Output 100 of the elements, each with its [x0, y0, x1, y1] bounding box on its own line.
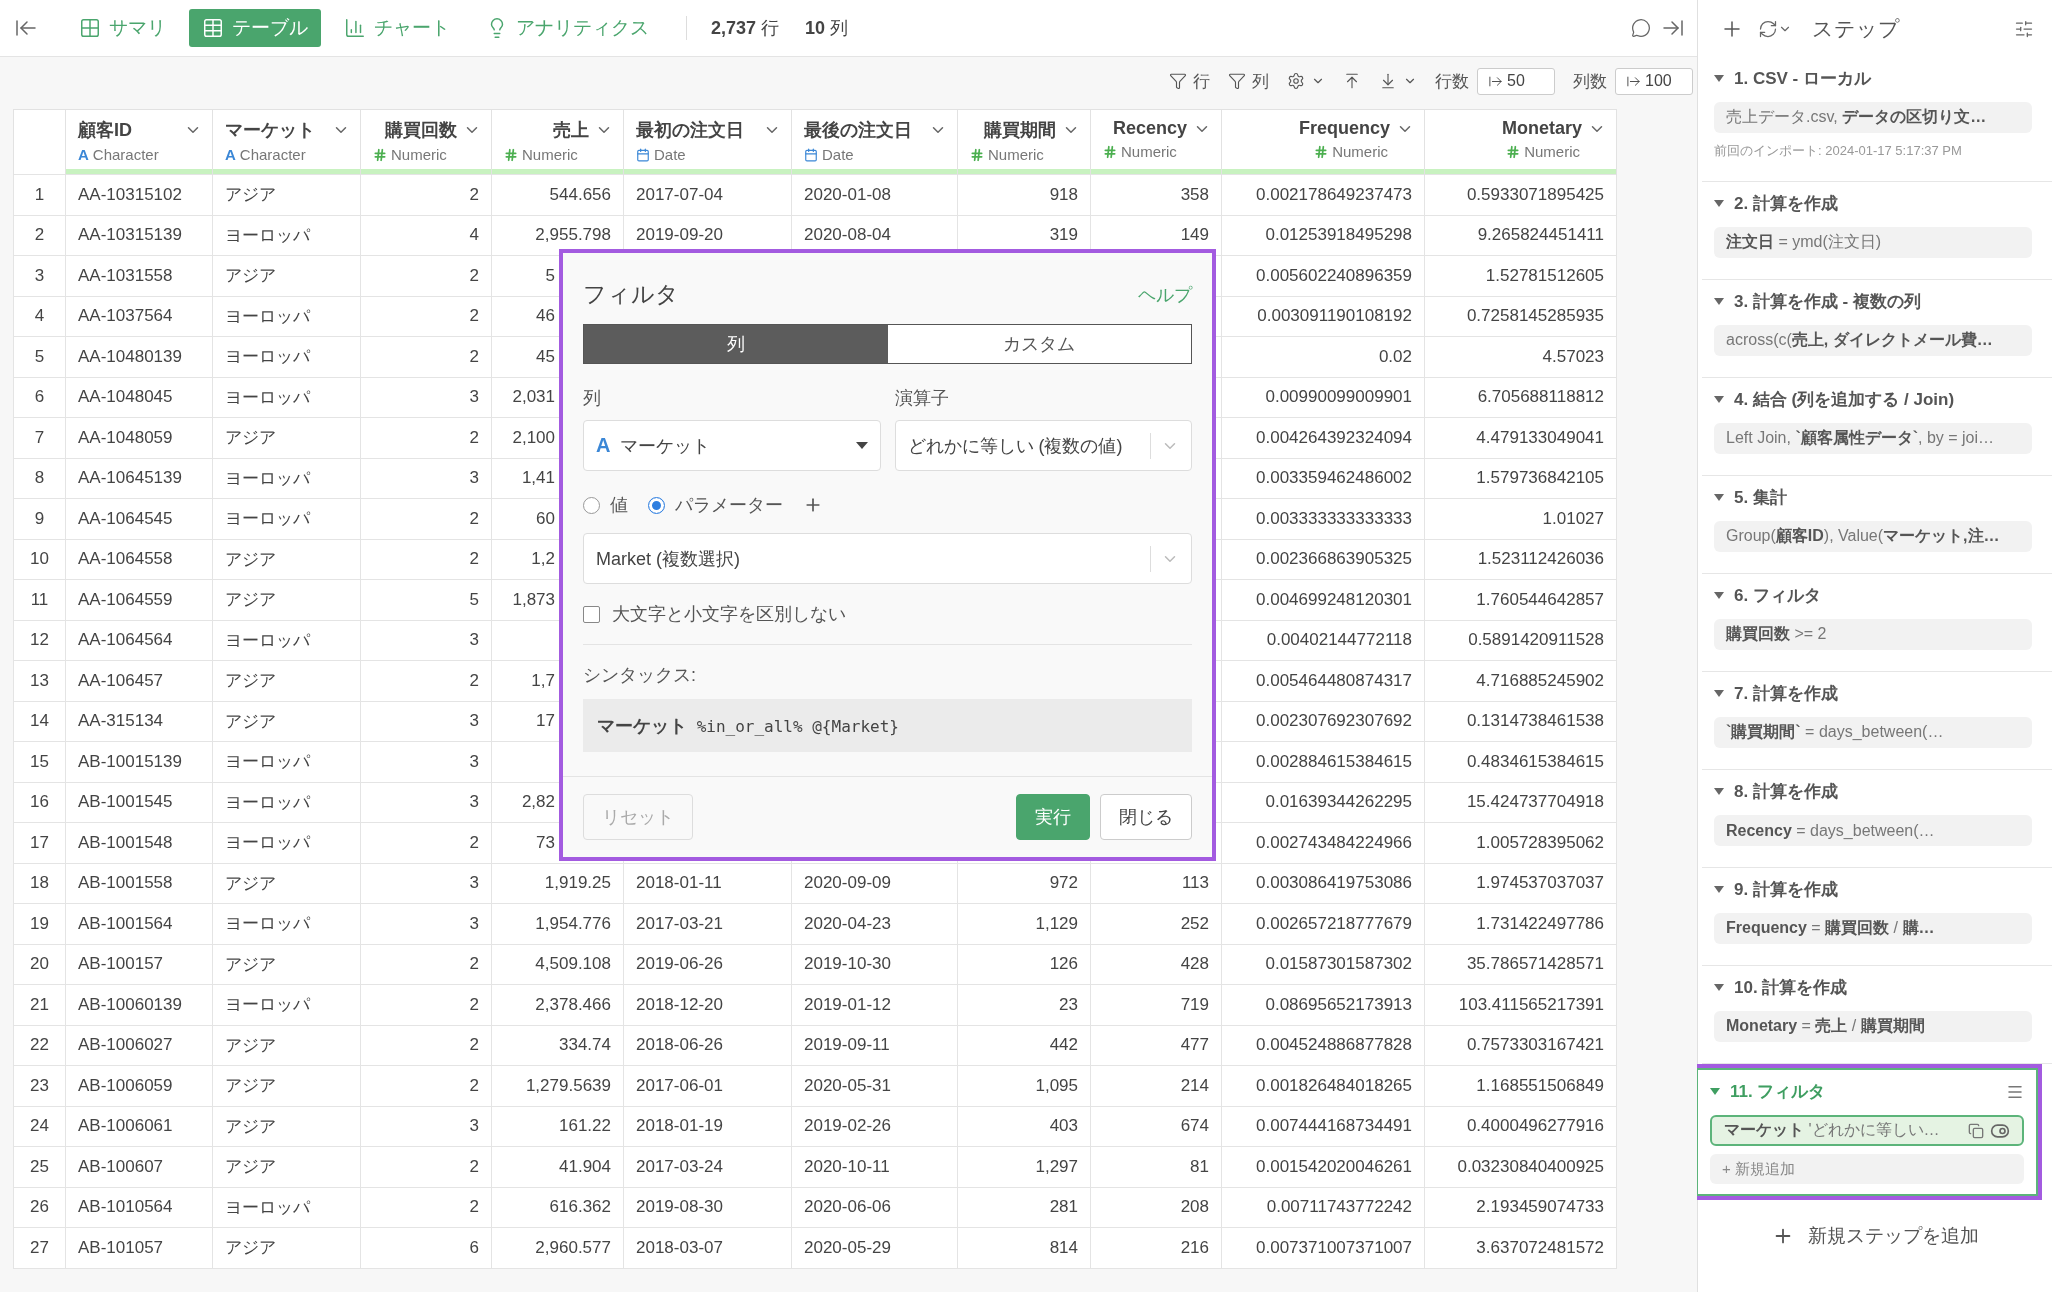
table-cell: 2019-02-26 — [791, 1106, 958, 1147]
table-cell: 442 — [957, 1025, 1091, 1066]
row-number: 10 — [13, 539, 66, 580]
dialog-button[interactable]: 閉じる — [1100, 794, 1192, 840]
triangle-icon[interactable] — [1714, 886, 1724, 893]
step-title[interactable]: 4. 結合 (列を追加する / Join) — [1734, 388, 2032, 411]
hash-icon — [970, 147, 984, 162]
step-summary[interactable]: 注文日 = ymd(注文日) — [1714, 227, 2032, 258]
upload-button[interactable] — [1343, 72, 1361, 90]
step-title[interactable]: 2. 計算を作成 — [1734, 192, 2032, 215]
add-step-button[interactable]: 新規ステップを追加 — [1765, 1222, 1985, 1250]
table-cell: 0.5933071895425 — [1424, 174, 1617, 215]
column-header[interactable]: Recency Numeric — [1090, 109, 1222, 175]
filter-button[interactable]: 行 — [1169, 69, 1210, 93]
step-summary[interactable]: Group(顧客ID), Value(マーケット,注… — [1714, 521, 2032, 552]
triangle-icon[interactable] — [1714, 298, 1724, 305]
table-cell: AA-10480139 — [65, 336, 213, 377]
step-title[interactable]: 3. 計算を作成 - 複数の列 — [1734, 290, 2032, 313]
column-header[interactable]: マーケット A Character — [212, 109, 361, 175]
column-header[interactable]: 購買回数 Numeric — [360, 109, 492, 175]
filter-button[interactable]: 列 — [1228, 69, 1269, 93]
table-cell: アジア — [212, 863, 361, 904]
column-header[interactable]: 最後の注文日 Date — [791, 109, 958, 175]
copy-icon[interactable] — [1968, 1122, 1984, 1139]
column-type: Numeric — [1524, 143, 1580, 160]
case-checkbox[interactable]: 大文字と小文字を区別しない — [583, 602, 1192, 645]
comment-icon[interactable] — [1631, 18, 1651, 38]
hash-icon — [1103, 144, 1117, 159]
column-header[interactable]: 顧客ID A Character — [65, 109, 213, 175]
step-summary[interactable]: Frequency = 購買回数 / 購… — [1714, 913, 2032, 944]
step-title[interactable]: 8. 計算を作成 — [1734, 780, 2032, 803]
triangle-icon[interactable] — [1714, 984, 1724, 991]
table-cell: 0.5891420911528 — [1424, 620, 1617, 661]
step-title[interactable]: 1. CSV - ローカル — [1734, 67, 2032, 90]
triangle-icon[interactable] — [1710, 1088, 1720, 1095]
download-button[interactable] — [1379, 72, 1417, 90]
triangle-icon[interactable] — [1714, 75, 1724, 82]
step-title[interactable]: 10. 計算を作成 — [1734, 976, 2032, 999]
table-cell: 3 — [360, 741, 492, 782]
table-cell: 2020-05-31 — [791, 1065, 958, 1106]
row-number: 13 — [13, 660, 66, 701]
table-cell: 2020-05-29 — [791, 1227, 958, 1268]
table-cell: AA-1048059 — [65, 417, 213, 458]
table-cell: 2 — [360, 1065, 492, 1106]
step-title[interactable]: 6. フィルタ — [1734, 584, 2032, 607]
table-cell: 2018-06-26 — [623, 1025, 792, 1066]
column-type: Numeric — [522, 146, 578, 163]
column-header[interactable]: 購買期間 Numeric — [957, 109, 1091, 175]
import-note: 前回のインポート: 2024-01-17 5:17:37 PM — [1714, 142, 1963, 160]
column-header[interactable]: Frequency Numeric — [1221, 109, 1425, 175]
row-number: 8 — [13, 458, 66, 499]
step-title[interactable]: 9. 計算を作成 — [1734, 878, 2032, 901]
refresh-button[interactable] — [1758, 18, 1792, 39]
triangle-icon[interactable] — [1714, 690, 1724, 697]
column-select[interactable]: A マーケット — [583, 420, 881, 471]
column-header[interactable]: 最初の注文日 Date — [623, 109, 792, 175]
column-limit-field[interactable]: 100 — [1615, 67, 1693, 95]
table-cell: アジア — [212, 417, 361, 458]
table-cell: 0.004264392324094 — [1221, 417, 1425, 458]
step-summary[interactable]: 購買回数 >= 2 — [1714, 619, 2032, 650]
dialog-tab[interactable]: カスタム — [887, 325, 1191, 363]
row-number: 26 — [13, 1187, 66, 1228]
settings-icon — [1287, 72, 1305, 90]
radio-option[interactable]: パラメーター — [648, 493, 783, 517]
step-title[interactable]: 5. 集計 — [1734, 486, 2032, 509]
triangle-icon[interactable] — [1714, 396, 1724, 403]
table-cell: 0.01639344262295 — [1221, 782, 1425, 823]
table-cell: 2017-07-04 — [623, 174, 792, 215]
row-limit-field[interactable]: 50 — [1477, 67, 1555, 95]
step-summary[interactable]: Left Join, `顧客属性データ`, by = joi… — [1714, 423, 2032, 454]
step-summary[interactable]: `購買期間` = days_between(… — [1714, 717, 2032, 748]
column-header[interactable]: 売上 Numeric — [491, 109, 624, 175]
step-title[interactable]: 7. 計算を作成 — [1734, 682, 2032, 705]
column-header[interactable]: Monetary Numeric — [1424, 109, 1617, 175]
step-summary[interactable]: Monetary = 売上 / 購買期間 — [1714, 1011, 2032, 1042]
table-cell: 3.637072481572 — [1424, 1227, 1617, 1268]
field-label: 列 — [583, 387, 602, 410]
table-cell: 126 — [957, 944, 1091, 985]
parameter-select[interactable]: Market (複数選択) — [583, 533, 1192, 584]
filter-icon — [1228, 72, 1246, 90]
settings-button[interactable] — [1287, 72, 1325, 90]
step-summary[interactable]: Recency = days_between(… — [1714, 815, 2032, 846]
caret-icon[interactable] — [855, 442, 868, 449]
triangle-icon[interactable] — [1714, 200, 1724, 207]
triangle-icon[interactable] — [1714, 788, 1724, 795]
dialog-tab[interactable]: 列 — [584, 325, 888, 363]
step-summary[interactable]: マーケット 'どれかに等しい… — [1710, 1115, 2024, 1146]
settings-icon[interactable] — [2014, 18, 2034, 39]
triangle-icon[interactable] — [1714, 592, 1724, 599]
column-name: マーケット — [225, 119, 315, 142]
table-cell: 214 — [1090, 1065, 1222, 1106]
step-summary[interactable]: across(c(売上, ダイレクトメール費… — [1714, 325, 2032, 356]
triangle-icon[interactable] — [1714, 494, 1724, 501]
syntax-preview: マーケット %in_or_all% @{Market} — [583, 699, 1192, 752]
table-cell: ヨーロッパ — [212, 377, 361, 418]
table-cell: 281 — [957, 1187, 1091, 1228]
step-summary[interactable]: 売上データ.csv, データの区切り文… — [1714, 102, 2032, 133]
table-cell: 41.904 — [491, 1146, 624, 1187]
table-cell: 2 — [360, 174, 492, 215]
operator-select[interactable]: どれかに等しい (複数の値) — [894, 420, 1192, 471]
